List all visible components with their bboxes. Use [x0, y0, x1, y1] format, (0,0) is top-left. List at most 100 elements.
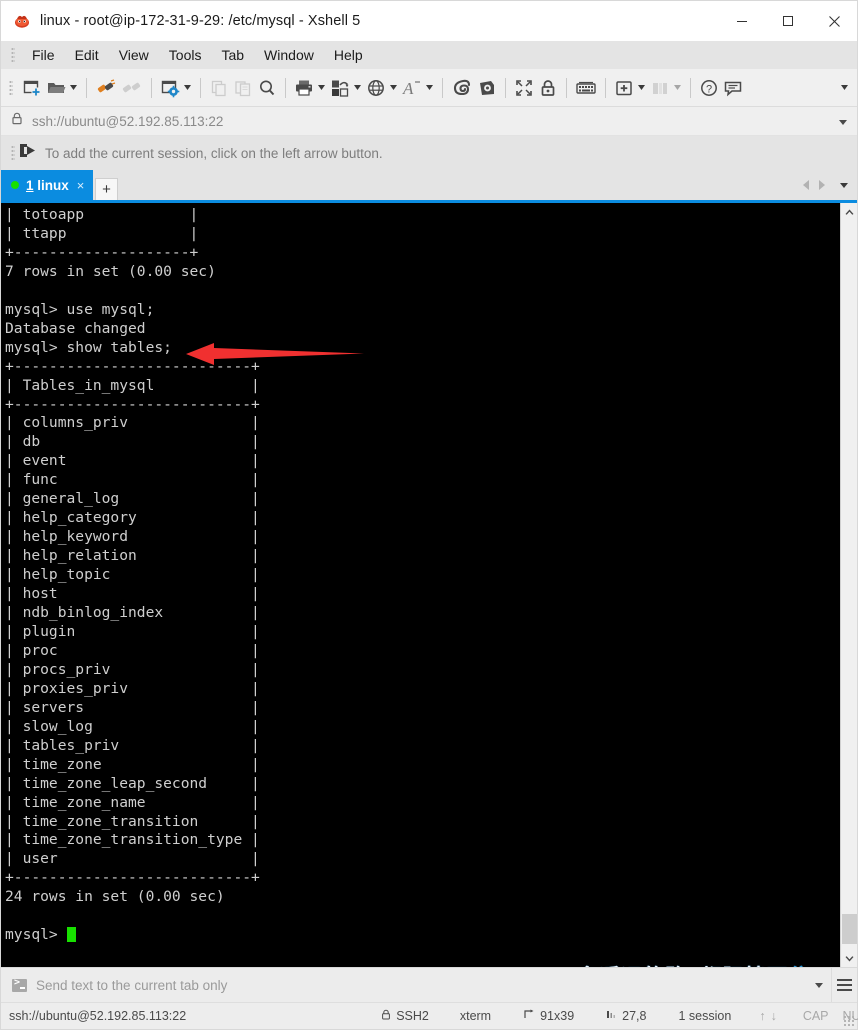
- find-icon[interactable]: [255, 73, 279, 103]
- paste-icon: [231, 73, 255, 103]
- status-transfer-arrows: ↑ ↓: [759, 1009, 777, 1023]
- disconnect-plug-icon: [119, 73, 145, 103]
- connect-plug-icon[interactable]: [93, 73, 119, 103]
- tab-bar-controls: [799, 170, 857, 200]
- toolbar-separator: [566, 77, 567, 98]
- new-tab-icon[interactable]: [612, 73, 636, 103]
- session-properties-caret-icon[interactable]: [183, 73, 192, 103]
- close-button[interactable]: [811, 1, 857, 41]
- tab-next-icon[interactable]: [814, 180, 829, 190]
- arrange-panes-caret-icon: [673, 73, 682, 103]
- status-terminal-type: xterm: [459, 1009, 492, 1023]
- fullscreen-icon[interactable]: [512, 73, 536, 103]
- download-arrow-icon: ↓: [770, 1009, 777, 1023]
- tab-bar: 1 linux × +: [1, 170, 857, 200]
- maximize-button[interactable]: [765, 1, 811, 41]
- menu-window[interactable]: Window: [254, 44, 324, 66]
- menu-bar: File Edit View Tools Tab Window Help: [1, 41, 857, 69]
- session-properties-icon[interactable]: [158, 73, 182, 103]
- tab-label: 1 linux: [26, 178, 69, 193]
- file-transfer-icon[interactable]: [328, 73, 352, 103]
- new-tab-caret-icon[interactable]: [637, 73, 646, 103]
- record-script-icon[interactable]: [475, 73, 499, 103]
- cursor-pos-icon: [606, 1009, 617, 1023]
- open-folder-caret-icon[interactable]: [69, 73, 78, 103]
- resize-grip-icon[interactable]: [843, 1015, 854, 1026]
- menu-tools[interactable]: Tools: [159, 44, 212, 66]
- toolbar-separator: [151, 77, 152, 98]
- tab-name: linux: [37, 177, 69, 193]
- hint-bar: To add the current session, click on the…: [1, 136, 857, 170]
- tab-list-caret-icon[interactable]: [837, 182, 851, 188]
- address-url[interactable]: ssh://ubuntu@52.192.85.113:22: [32, 114, 223, 129]
- globe-caret-icon[interactable]: [389, 73, 398, 103]
- menu-file[interactable]: File: [22, 44, 65, 66]
- scrollbar-track[interactable]: [841, 220, 858, 950]
- address-bar[interactable]: ssh://ubuntu@52.192.85.113:22: [1, 107, 857, 136]
- tab-number: 1: [26, 177, 34, 193]
- status-lock-icon: [381, 1009, 391, 1023]
- menu-view[interactable]: View: [109, 44, 159, 66]
- xshell-icon: [13, 12, 31, 30]
- status-size-label: 91x39: [540, 1009, 575, 1023]
- terminal-area: | totoapp | | ttapp | +-----------------…: [1, 203, 857, 967]
- scroll-down-button[interactable]: [841, 950, 858, 967]
- scroll-up-button[interactable]: [841, 203, 858, 220]
- minimize-button[interactable]: [719, 1, 765, 41]
- status-bar: ssh://ubuntu@52.192.85.113:22 SSH2 xterm…: [1, 1002, 858, 1029]
- tab-prev-icon[interactable]: [799, 180, 814, 190]
- toolbar-separator: [285, 77, 286, 98]
- lock-icon[interactable]: [536, 73, 560, 103]
- font-size-icon[interactable]: A: [400, 73, 424, 103]
- toolbar-overflow-caret-icon[interactable]: [840, 73, 849, 103]
- xshell-window: linux - root@ip-172-31-9-29: /etc/mysql …: [0, 0, 858, 1030]
- menu-edit[interactable]: Edit: [65, 44, 109, 66]
- print-icon[interactable]: [292, 73, 316, 103]
- add-session-icon[interactable]: [19, 143, 36, 163]
- print-caret-icon[interactable]: [317, 73, 326, 103]
- feedback-icon[interactable]: [721, 73, 745, 103]
- address-lock-icon: [11, 112, 23, 130]
- address-caret-icon[interactable]: [839, 112, 847, 130]
- toolbar-separator: [605, 77, 606, 98]
- file-transfer-caret-icon[interactable]: [353, 73, 362, 103]
- new-tab-button[interactable]: +: [95, 178, 118, 200]
- send-text-placeholder[interactable]: Send text to the current tab only: [36, 978, 227, 993]
- send-text-caret-icon[interactable]: [815, 982, 823, 988]
- status-protocol-label: SSH2: [396, 1009, 429, 1023]
- keyboard-icon[interactable]: [573, 73, 599, 103]
- upload-arrow-icon: ↑: [759, 1009, 766, 1023]
- toolbar: A ?: [1, 69, 857, 107]
- open-folder-icon[interactable]: [44, 73, 68, 103]
- send-text-bar[interactable]: Send text to the current tab only: [1, 967, 857, 1003]
- toolbar-separator: [690, 77, 691, 98]
- terminal-scrollbar[interactable]: [840, 203, 857, 967]
- font-size-caret-icon[interactable]: [425, 73, 434, 103]
- hint-grip[interactable]: [11, 145, 15, 161]
- size-icon: [524, 1009, 535, 1023]
- hamburger-icon[interactable]: [831, 967, 857, 1003]
- toolbar-separator: [442, 77, 443, 98]
- status-connection: ssh://ubuntu@52.192.85.113:22: [9, 1009, 187, 1023]
- terminal-lines: | totoapp | | ttapp | +-----------------…: [5, 206, 260, 906]
- new-session-icon[interactable]: [20, 73, 44, 103]
- terminal-prompt: mysql>: [5, 926, 67, 944]
- arrange-panes-icon: [648, 73, 672, 103]
- toolbar-separator: [200, 77, 201, 98]
- globe-icon[interactable]: [364, 73, 388, 103]
- scrollbar-thumb[interactable]: [841, 914, 857, 944]
- terminal-output[interactable]: | totoapp | | ttapp | +-----------------…: [1, 203, 840, 967]
- tab-close-icon[interactable]: ×: [77, 179, 85, 192]
- menu-grip[interactable]: [11, 47, 15, 63]
- menu-tab[interactable]: Tab: [211, 44, 254, 66]
- log-session-icon[interactable]: [449, 73, 475, 103]
- window-title: linux - root@ip-172-31-9-29: /etc/mysql …: [40, 13, 361, 29]
- hint-text: To add the current session, click on the…: [45, 145, 383, 161]
- copy-icon: [207, 73, 231, 103]
- toolbar-grip[interactable]: [9, 79, 13, 96]
- tab-linux[interactable]: 1 linux ×: [1, 170, 93, 200]
- title-bar: linux - root@ip-172-31-9-29: /etc/mysql …: [1, 1, 857, 41]
- status-size: 91x39: [524, 1009, 574, 1023]
- help-icon[interactable]: ?: [697, 73, 721, 103]
- menu-help[interactable]: Help: [324, 44, 373, 66]
